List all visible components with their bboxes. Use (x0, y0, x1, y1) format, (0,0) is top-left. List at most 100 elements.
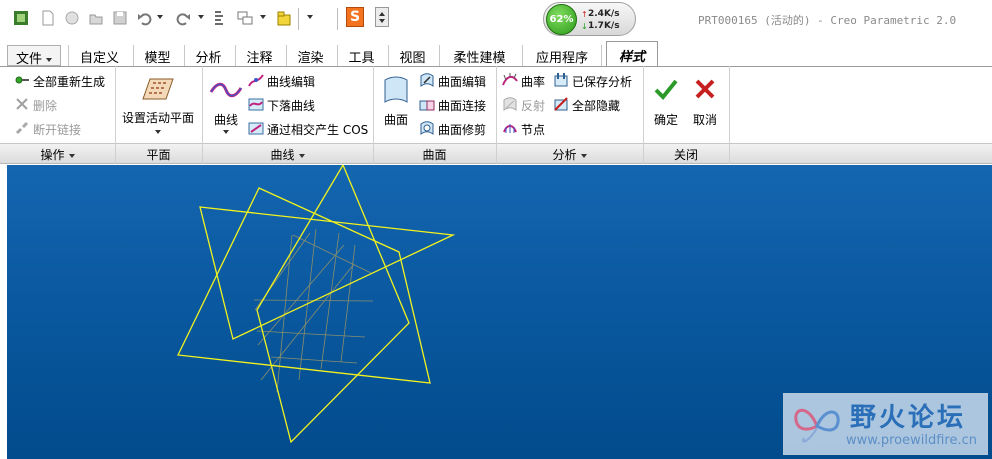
toolbar-separator (298, 8, 299, 30)
tab-render[interactable]: 渲染 (286, 45, 334, 66)
redo-dropdown-icon[interactable] (198, 15, 204, 19)
s-plugin-spinner[interactable] (375, 7, 389, 27)
surface-trim-icon (420, 121, 434, 135)
surface-button[interactable]: 曲面 (378, 72, 414, 138)
undo-dropdown-icon[interactable] (157, 15, 163, 19)
group-operations-text: 操作 (40, 148, 65, 162)
ok-label: 确定 (653, 113, 678, 127)
set-active-plane-label: 设置活动平面 (121, 111, 194, 125)
customize-toolbar-dropdown-icon[interactable] (307, 15, 313, 19)
watermark-name: 野火论坛 (850, 403, 967, 433)
tab-applications[interactable]: 应用程序 (522, 45, 602, 66)
cancel-label: 取消 (692, 113, 717, 127)
set-active-plane-button[interactable]: 设置活动平面 (118, 72, 198, 138)
break-link-label: 断开链接 (33, 123, 82, 137)
active-plane-icon (142, 78, 174, 100)
s-plugin-icon[interactable]: S (346, 7, 364, 27)
tab-style[interactable]: 样式 (606, 41, 658, 67)
group-curves-text: 曲线 (270, 148, 295, 162)
curve-edit-icon (248, 74, 264, 87)
network-monitor-widget[interactable]: 62% ↑ 2.4K/s ↓ 1.7K/s (543, 2, 636, 36)
app-logo-icon[interactable] (13, 10, 29, 26)
chevron-down-icon (580, 153, 587, 158)
windows-dropdown-icon[interactable] (260, 15, 266, 19)
surface-edit-label: 曲面编辑 (438, 75, 487, 89)
new-icon[interactable] (40, 10, 56, 26)
break-link-icon (15, 121, 29, 135)
close-window-icon[interactable] (276, 10, 292, 26)
tab-view[interactable]: 视图 (388, 45, 436, 66)
chevron-down-icon (155, 130, 161, 134)
group-surfaces-text: 曲面 (422, 148, 447, 162)
cos-intersect-icon (248, 122, 264, 135)
undo-icon[interactable] (137, 10, 153, 26)
group-label-analysis[interactable]: 分析 (496, 146, 643, 163)
knots-icon (503, 124, 517, 133)
tab-tools[interactable]: 工具 (337, 45, 385, 66)
group-close-text: 关闭 (673, 148, 698, 162)
windows-icon[interactable] (237, 10, 253, 26)
curve-edit-label: 曲线编辑 (267, 75, 316, 89)
group-plane-text: 平面 (146, 148, 171, 162)
save-icon[interactable] (88, 10, 104, 26)
toolbar-separator (337, 8, 338, 30)
upload-rate: 2.4K/s (588, 9, 620, 19)
watermark-url: www.proewildfire.cn (846, 433, 977, 448)
chevron-down-icon (298, 153, 305, 158)
regenerate-all-label: 全部重新生成 (33, 75, 106, 89)
drop-curve-icon (248, 98, 264, 111)
group-label-close: 关闭 (643, 146, 729, 163)
knots-label: 节点 (521, 123, 546, 137)
curve-label: 曲线 (213, 113, 238, 127)
group-label-operations[interactable]: 操作 (0, 146, 115, 163)
group-analysis-text: 分析 (552, 148, 577, 162)
chevron-down-icon (46, 57, 52, 62)
group-label-plane: 平面 (115, 146, 202, 163)
curve-icon (209, 82, 243, 98)
chevron-down-icon (68, 153, 75, 158)
regenerate-icon[interactable] (212, 10, 228, 26)
group-separator (729, 66, 730, 164)
tab-file-label: 文件 (15, 52, 42, 67)
group-label-curves[interactable]: 曲线 (202, 146, 373, 163)
redo-icon[interactable] (175, 10, 191, 26)
ok-button[interactable]: 确定 (650, 72, 682, 138)
tab-customize[interactable]: 自定义 (68, 45, 130, 66)
group-label-surfaces: 曲面 (373, 146, 496, 163)
curve-button[interactable]: 曲线 (206, 72, 246, 138)
surface-edit-icon (420, 73, 434, 87)
delete-icon (16, 98, 28, 110)
datum-planes-wireframe (177, 165, 456, 444)
download-rate: 1.7K/s (588, 21, 620, 31)
curvature-label: 曲率 (521, 75, 546, 89)
network-usage-gauge: 62% (546, 4, 577, 35)
cos-intersect-label: 通过相交产生 COS (267, 123, 369, 137)
saved-analysis-icon (554, 73, 568, 87)
tab-analysis[interactable]: 分析 (184, 45, 232, 66)
surface-connect-label: 曲面连接 (438, 99, 487, 113)
title-bar: S 62% ↑ 2.4K/s ↓ 1.7K/s PRT000165 (活动的) … (0, 0, 992, 40)
tab-flexible-modeling[interactable]: 柔性建模 (439, 45, 519, 66)
save-copy-icon[interactable] (112, 10, 128, 26)
delete-label: 删除 (33, 99, 58, 113)
tab-model[interactable]: 模型 (133, 45, 181, 66)
ribbon-tabs: 文件 自定义 模型 分析 注释 渲染 工具 视图 柔性建模 应用程序 样式 (0, 40, 992, 67)
chevron-down-icon (223, 130, 229, 134)
tab-file[interactable]: 文件 (7, 45, 61, 67)
surface-connect-icon (419, 100, 435, 111)
download-arrow-icon: ↓ (581, 22, 588, 31)
regenerate-all-icon (15, 76, 29, 84)
forum-watermark-logo: 野火论坛 www.proewildfire.cn (783, 393, 988, 455)
open-icon[interactable] (64, 10, 80, 26)
cancel-button[interactable]: 取消 (689, 72, 721, 138)
reflection-label: 反射 (521, 99, 546, 113)
curvature-icon (502, 73, 518, 86)
plane-b-outline (177, 187, 431, 384)
surface-trim-label: 曲面修剪 (438, 123, 487, 137)
plane-c-outline (256, 165, 410, 444)
hide-all-icon (554, 97, 568, 111)
reflection-icon (503, 97, 517, 111)
tab-annotate[interactable]: 注释 (235, 45, 283, 66)
butterfly-logo-icon (794, 408, 840, 443)
surface-icon (384, 76, 408, 103)
